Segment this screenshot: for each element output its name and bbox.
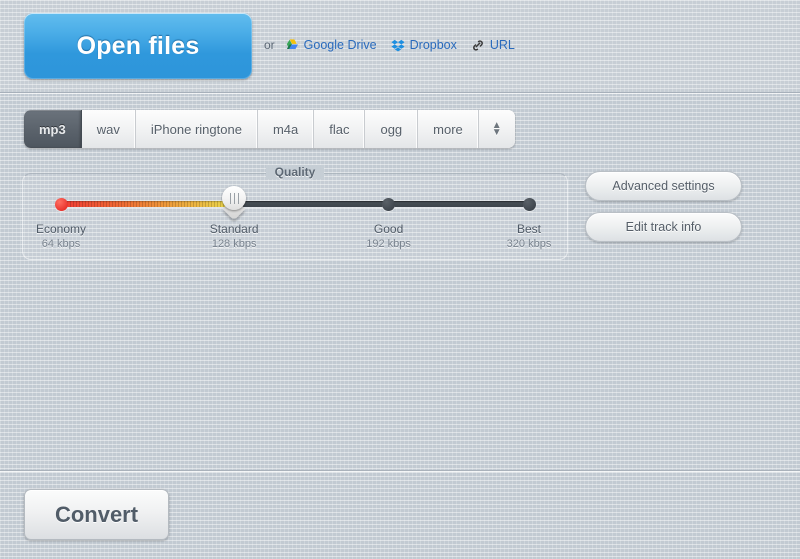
quality-panel-title: Quality <box>23 165 567 179</box>
slider-handle-grip <box>230 193 240 204</box>
url-label: URL <box>489 38 515 52</box>
format-tab-label: ogg <box>380 121 403 137</box>
chevron-updown-icon[interactable]: ▲ ▼ <box>492 121 502 138</box>
main-content: mp3 wav iPhone ringtone m4a flac ogg mor… <box>0 93 800 470</box>
slider-tick-good[interactable] <box>382 197 396 211</box>
quality-slider[interactable] <box>54 186 536 221</box>
url-link[interactable]: URL <box>471 38 515 52</box>
quality-label-best: Best 320 kbps <box>507 222 552 250</box>
edit-track-info-button[interactable]: Edit track info <box>585 212 742 242</box>
format-tab-bar[interactable]: mp3 wav iPhone ringtone m4a flac ogg mor… <box>24 110 515 148</box>
quality-panel: Quality Economy 64 kbps Standard 128 kbp… <box>22 165 568 260</box>
quality-label-good: Good 192 kbps <box>366 222 411 250</box>
google-drive-link[interactable]: Google Drive <box>285 38 377 52</box>
quality-label-rate: 192 kbps <box>366 238 411 250</box>
format-tab-label: more <box>433 121 463 137</box>
convert-button[interactable]: Convert <box>24 489 169 540</box>
slider-handle[interactable] <box>222 186 247 221</box>
header-bar: Open files or Google Drive Dropbox URL <box>0 0 800 93</box>
quality-label-rate: 128 kbps <box>211 238 257 250</box>
slider-tick-economy[interactable] <box>54 197 68 211</box>
slider-track-fill <box>61 201 235 207</box>
slider-tick-best[interactable] <box>522 197 536 211</box>
format-tab-label: wav <box>96 121 120 137</box>
quality-label-name: Good <box>373 222 404 236</box>
quality-label-name: Standard <box>209 222 259 236</box>
dropbox-label: Dropbox <box>409 38 457 52</box>
quality-label-name: Economy <box>35 222 87 236</box>
google-drive-label: Google Drive <box>303 38 377 52</box>
format-tab-label: m4a <box>272 121 299 137</box>
quality-title-text: Quality <box>265 165 325 179</box>
quality-label-name: Best <box>516 222 541 236</box>
quality-labels: Economy 64 kbps Standard 128 kbps Good 1… <box>36 222 551 256</box>
open-files-button[interactable]: Open files <box>24 13 252 79</box>
format-tab-m4a[interactable]: m4a <box>257 110 315 148</box>
format-tab-label: iPhone ringtone <box>150 121 242 137</box>
format-tab-more[interactable]: more <box>418 110 479 148</box>
side-button-group: Advanced settings Edit track info <box>585 171 742 242</box>
quality-label-economy: Economy 64 kbps <box>36 222 86 250</box>
advanced-settings-button[interactable]: Advanced settings <box>585 171 742 201</box>
format-tab-iphone-ringtone[interactable]: iPhone ringtone <box>135 110 258 148</box>
quality-label-rate: 64 kbps <box>41 238 81 250</box>
format-tab-flac[interactable]: flac <box>314 110 366 148</box>
link-icon <box>471 39 485 52</box>
file-source-row: or Google Drive Dropbox URL <box>264 38 522 52</box>
format-stepper[interactable]: ▲ ▼ <box>478 110 515 148</box>
footer-bar: Convert <box>0 470 800 559</box>
format-tab-label: flac <box>329 121 350 137</box>
google-drive-icon <box>285 38 299 52</box>
or-label: or <box>264 38 275 52</box>
format-tab-label: mp3 <box>39 121 66 137</box>
quality-label-standard: Standard 128 kbps <box>210 222 259 250</box>
dropbox-link[interactable]: Dropbox <box>391 38 457 52</box>
stepper-down-arrow[interactable]: ▼ <box>492 128 502 138</box>
quality-label-rate: 320 kbps <box>506 238 552 250</box>
format-tab-wav[interactable]: wav <box>81 110 136 148</box>
dropbox-icon <box>391 39 405 52</box>
format-tab-ogg[interactable]: ogg <box>365 110 419 148</box>
format-tab-mp3[interactable]: mp3 <box>24 110 82 148</box>
